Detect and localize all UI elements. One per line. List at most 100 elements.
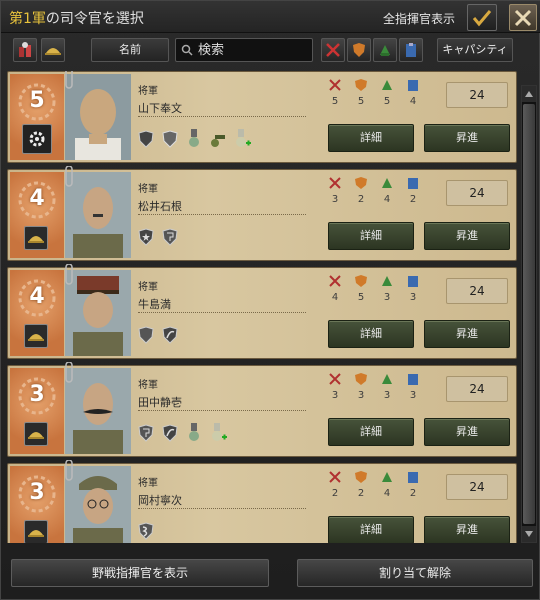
rank-title: 将軍: [138, 184, 158, 195]
trait-list: [136, 226, 180, 250]
rank-badge: 5: [10, 74, 64, 160]
sort-helmet-button[interactable]: [41, 38, 65, 62]
planning-stat: 5: [376, 78, 398, 107]
sort-attack-button[interactable]: [321, 38, 345, 62]
sort-logistics-button[interactable]: [399, 38, 423, 62]
helmet-trait-button[interactable]: [24, 520, 48, 543]
tactics-trait-icon[interactable]: [160, 226, 180, 248]
checkmark-icon: [472, 9, 492, 26]
search-field[interactable]: [175, 38, 313, 62]
tactics-trait-icon[interactable]: [136, 422, 156, 444]
shield-grey-trait-icon[interactable]: [160, 128, 180, 150]
snake-trait-icon[interactable]: [136, 520, 156, 542]
trait-list: [136, 520, 156, 543]
stat-block: 5 5 5 4: [324, 78, 424, 112]
shield-icon: [355, 177, 367, 189]
search-icon: [181, 44, 193, 56]
sort-capacity-button[interactable]: キャパシティ: [437, 38, 513, 62]
commander-card[interactable]: 5 将軍 山下奉文 5 5 5 4 24 詳細 昇進: [7, 71, 517, 163]
scroll-thumb[interactable]: [523, 104, 535, 524]
gear-icon: [29, 131, 45, 147]
details-button[interactable]: 詳細: [328, 516, 414, 543]
promote-button[interactable]: 昇進: [424, 222, 510, 250]
stat-block: 3 2 4 2: [324, 176, 424, 210]
promote-button[interactable]: 昇進: [424, 516, 510, 543]
commander-card[interactable]: 3 将軍 田中静壱 3 3 3 3 24 詳細 昇進: [7, 362, 517, 457]
capacity-value: 24: [446, 180, 508, 206]
promote-button[interactable]: 昇進: [424, 124, 510, 152]
planning-icon: [382, 178, 392, 188]
logistics-stat: 4: [402, 78, 424, 107]
rank-title: 将軍: [138, 478, 158, 489]
helmet-icon: [28, 236, 44, 243]
details-button[interactable]: 詳細: [328, 124, 414, 152]
show-all-checkbox[interactable]: [467, 4, 497, 31]
crossed-swords-icon: [329, 373, 341, 385]
show-field-commanders-button[interactable]: 野戦指揮官を表示: [11, 559, 269, 587]
skill-level: 3: [29, 382, 45, 407]
defense-stat: 2: [350, 470, 372, 499]
details-button[interactable]: 詳細: [328, 320, 414, 348]
show-all-label: 全指揮官表示: [383, 12, 456, 26]
filter-toolbar: 名前 キャパシティ: [7, 35, 535, 65]
capacity-value: 24: [446, 474, 508, 500]
sort-planning-button[interactable]: [373, 38, 397, 62]
paperclip-icon: [65, 264, 73, 285]
divider: [138, 116, 306, 117]
shield-trait-icon[interactable]: [136, 324, 156, 346]
shield-trait-icon[interactable]: [136, 128, 156, 150]
medal-plus-trait-icon[interactable]: [232, 128, 252, 150]
unassign-button[interactable]: 割り当て解除: [297, 559, 533, 587]
rank-badge: 3: [10, 466, 64, 543]
close-icon: [514, 9, 532, 26]
commander-portrait: [65, 466, 131, 543]
details-button[interactable]: 詳細: [328, 222, 414, 250]
commander-name: 岡村寧次: [138, 494, 182, 507]
commander-card[interactable]: 4 将軍 松井石根 3 2 4 2 24 詳細 昇進: [7, 166, 517, 261]
paperclip-icon: [65, 166, 73, 187]
scroll-up-button[interactable]: [522, 86, 536, 102]
clipboard-icon: [408, 178, 418, 189]
helmet-trait-button[interactable]: [24, 226, 48, 250]
attack-stat: 3: [324, 372, 346, 401]
cannon-trait-icon[interactable]: [208, 128, 228, 150]
attack-stat: 3: [324, 176, 346, 205]
close-button[interactable]: [509, 4, 537, 31]
details-button[interactable]: 詳細: [328, 418, 414, 446]
gear-trait-button[interactable]: [22, 124, 52, 154]
commander-card[interactable]: 3 将軍 岡村寧次 2 2 4 2 24 詳細 昇進: [7, 460, 517, 543]
planning-stat: 4: [376, 176, 398, 205]
commander-portrait: [65, 368, 131, 454]
planning-icon: [382, 80, 392, 90]
commander-card[interactable]: 4 将軍 牛島満 4 5 3 3 24 詳細 昇進: [7, 264, 517, 359]
medal-trait-icon[interactable]: [184, 128, 204, 150]
search-input[interactable]: [198, 41, 308, 59]
helmet-trait-button[interactable]: [24, 324, 48, 348]
commander-portrait: [65, 172, 131, 258]
ushijima-portrait-image: [65, 270, 131, 356]
moon-trait-icon[interactable]: [160, 324, 180, 346]
skill-level: 3: [29, 480, 45, 505]
title-bar: 第1軍の司令官を選択 全指揮官表示: [1, 1, 540, 33]
medal-trait-icon[interactable]: [184, 422, 204, 444]
capacity-value: 24: [446, 376, 508, 402]
logistics-stat: 3: [402, 274, 424, 303]
sort-general-button[interactable]: [13, 38, 37, 62]
helmet-trait-button[interactable]: [24, 422, 48, 446]
planning-icon: [382, 276, 392, 286]
stat-block: 2 2 4 2: [324, 470, 424, 504]
shield-icon: [353, 43, 365, 57]
sort-defense-button[interactable]: [347, 38, 371, 62]
promote-button[interactable]: 昇進: [424, 320, 510, 348]
stat-block: 3 3 3 3: [324, 372, 424, 406]
helmet-icon: [28, 530, 44, 537]
helmet-icon: [28, 334, 44, 341]
star-shield-trait-icon[interactable]: [136, 226, 156, 248]
shield-icon: [355, 275, 367, 287]
promote-button[interactable]: 昇進: [424, 418, 510, 446]
medal-plus-trait-icon[interactable]: [208, 422, 228, 444]
list-scrollbar[interactable]: [521, 85, 537, 543]
scroll-down-button[interactable]: [522, 526, 536, 542]
sort-by-name-button[interactable]: 名前: [91, 38, 169, 62]
moon-trait-icon[interactable]: [160, 422, 180, 444]
